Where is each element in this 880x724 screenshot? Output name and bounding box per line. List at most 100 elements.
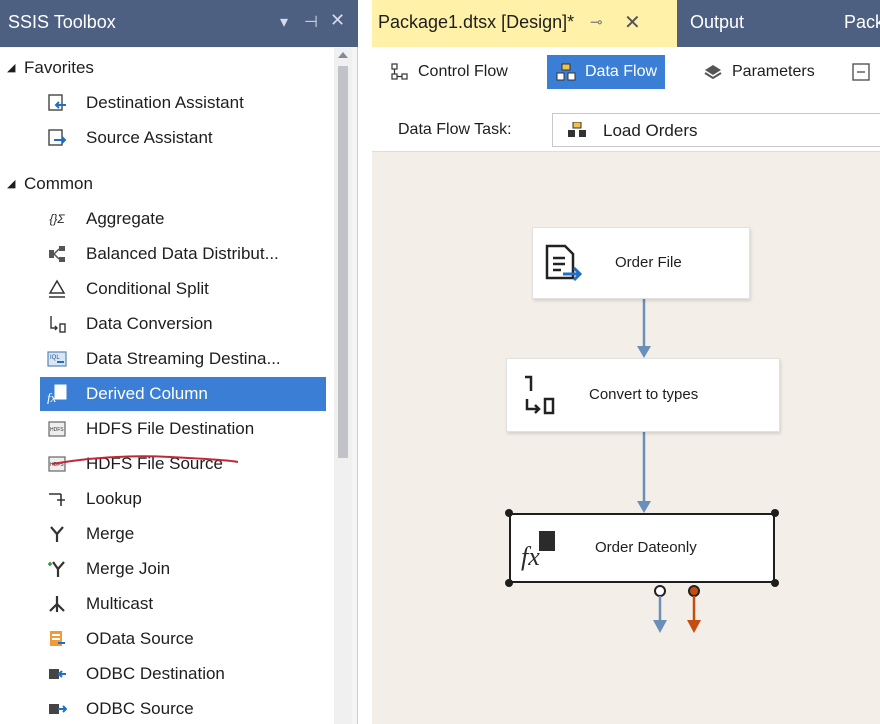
scrollbar-thumb[interactable] (338, 66, 348, 458)
toolbox-item-label: ODBC Source (86, 699, 194, 718)
toolbox-item-conditional-split[interactable]: Conditional Split (40, 272, 326, 306)
source-assistant-icon (46, 128, 68, 148)
aggregate-icon: {}Σ (49, 212, 65, 226)
dropdown-icon[interactable]: ▾ (280, 12, 288, 32)
event-handlers-icon[interactable] (852, 63, 870, 86)
toolbox-item-merge-join[interactable]: Merge Join (40, 552, 326, 586)
tab-label: Parameters (732, 63, 815, 80)
control-flow-icon (388, 62, 410, 82)
odbc-source-icon (46, 699, 68, 719)
red-underline-annotation (51, 455, 239, 465)
tab-package-design[interactable]: Package1.dtsx [Design]* ⊸ ✕ (372, 0, 677, 47)
tab-label: Data Flow (585, 63, 658, 80)
pin-icon[interactable]: ⊣ (304, 12, 318, 32)
close-icon[interactable]: ✕ (330, 10, 345, 31)
toolbox-item-odata-source[interactable]: OData Source (40, 622, 326, 656)
toolbox-item-data-conversion[interactable]: Data Conversion (40, 307, 326, 341)
toolbox-item-label: Source Assistant (86, 128, 213, 147)
toolbox-list: ◢ Favorites Destination Assistant Source… (0, 48, 334, 724)
merge-icon (46, 524, 68, 544)
data-flow-icon (555, 62, 577, 82)
parameters-icon (702, 62, 724, 82)
toolbox-item-lookup[interactable]: Lookup (40, 482, 326, 516)
category-favorites[interactable]: ◢ Favorites (0, 54, 334, 84)
toolbox-header: SSIS Toolbox ▾ ⊣ ✕ (0, 0, 358, 47)
tab-package-partial[interactable]: Pack (844, 12, 880, 33)
toolbox-item-balanced-data-distributor[interactable]: Balanced Data Distribut... (40, 237, 326, 271)
balanced-distributor-icon (46, 244, 68, 264)
derived-column-icon: fx (46, 384, 68, 404)
multicast-icon (46, 594, 68, 614)
data-streaming-icon: IQL (46, 349, 68, 369)
toolbox-item-label: Balanced Data Distribut... (86, 244, 279, 263)
toolbox-item-odbc-source[interactable]: ODBC Source (40, 692, 326, 724)
tab-label: Control Flow (418, 63, 508, 80)
toolbox-item-label: Data Streaming Destina... (86, 349, 281, 368)
toolbox-item-label: Derived Column (86, 384, 208, 403)
tab-data-flow[interactable]: Data Flow (547, 55, 666, 89)
data-flow-task-select[interactable]: Load Orders (552, 113, 880, 147)
category-common[interactable]: ◢ Common (0, 170, 334, 200)
toolbox-title: SSIS Toolbox (8, 12, 116, 32)
data-flow-canvas[interactable]: Order File Convert to types fx Order Dat… (372, 152, 880, 724)
svg-text:fx: fx (521, 542, 540, 571)
tab-output[interactable]: Output (690, 12, 744, 33)
collapse-triangle-icon[interactable]: ◢ (7, 177, 15, 190)
node-label: Order Dateonly (595, 539, 697, 556)
designer-toolbar: Control Flow Data Flow Parameters Data F… (372, 47, 880, 152)
toolbox-item-label: Conditional Split (86, 279, 209, 298)
hdfs-destination-icon: HDFS (46, 419, 68, 439)
svg-text:fx: fx (47, 390, 57, 404)
collapse-triangle-icon[interactable]: ◢ (7, 61, 15, 74)
tab-label: Package1.dtsx [Design]* (378, 12, 575, 32)
node-order-dateonly[interactable]: fx Order Dateonly (505, 509, 779, 587)
odbc-destination-icon (46, 664, 68, 684)
toolbox-item-label: HDFS File Destination (86, 419, 255, 438)
resize-handle[interactable] (771, 509, 779, 517)
document-tabs: Package1.dtsx [Design]* ⊸ ✕ Output Pack (372, 0, 880, 47)
toolbox-item-label: Merge Join (86, 559, 171, 578)
node-order-file[interactable]: Order File (532, 227, 750, 299)
toolbox-item-hdfs-file-destination[interactable]: HDFS HDFS File Destination (40, 412, 326, 446)
toolbox-item-aggregate[interactable]: {}Σ Aggregate (40, 202, 326, 236)
merge-join-icon (46, 559, 68, 579)
toolbox-item-source-assistant[interactable]: Source Assistant (40, 121, 326, 155)
toolbox-item-label: Aggregate (86, 209, 165, 228)
node-label: Order File (615, 254, 682, 271)
toolbox-item-data-streaming-destination[interactable]: IQL Data Streaming Destina... (40, 342, 326, 376)
svg-text:HDFS: HDFS (50, 427, 64, 433)
node-convert-to-types[interactable]: Convert to types (506, 358, 780, 432)
toolbox-item-label: ODBC Destination (86, 664, 225, 683)
lookup-icon (46, 489, 68, 509)
toolbox-item-label: Destination Assistant (86, 93, 244, 112)
toolbox-item-multicast[interactable]: Multicast (40, 587, 326, 621)
ssis-toolbox-panel: SSIS Toolbox ▾ ⊣ ✕ ◢ Favorites Destinati… (0, 0, 358, 724)
tab-control-flow[interactable]: Control Flow (380, 55, 516, 89)
toolbox-item-label: Multicast (86, 594, 154, 613)
data-flow-task-value: Load Orders (603, 121, 698, 140)
resize-handle[interactable] (505, 579, 513, 587)
data-conversion-icon (521, 373, 561, 422)
toolbox-item-derived-column[interactable]: fx Derived Column (40, 377, 326, 411)
node-label: Convert to types (589, 386, 699, 403)
category-label: Common (24, 174, 93, 193)
toolbox-item-label: Lookup (86, 489, 142, 508)
resize-handle[interactable] (771, 579, 779, 587)
resize-handle[interactable] (505, 509, 513, 517)
scroll-up-icon[interactable] (338, 52, 348, 58)
tab-parameters[interactable]: Parameters (694, 55, 823, 89)
toolbox-item-odbc-destination[interactable]: ODBC Destination (40, 657, 326, 691)
pin-icon[interactable]: ⊸ (590, 13, 603, 31)
toolbox-scrollbar[interactable] (334, 48, 352, 724)
toolbox-item-label: Merge (86, 524, 135, 543)
toolbox-item-destination-assistant[interactable]: Destination Assistant (40, 86, 326, 120)
destination-assistant-icon (46, 93, 68, 113)
odata-source-icon (46, 629, 68, 649)
data-flow-task-label: Data Flow Task: (398, 121, 512, 138)
data-flow-task-icon (567, 121, 587, 143)
toolbox-item-label: Data Conversion (86, 314, 213, 333)
toolbox-item-merge[interactable]: Merge (40, 517, 326, 551)
close-tab-icon[interactable]: ✕ (624, 10, 641, 35)
conditional-split-icon (46, 279, 68, 299)
document-area: Package1.dtsx [Design]* ⊸ ✕ Output Pack … (372, 0, 880, 724)
